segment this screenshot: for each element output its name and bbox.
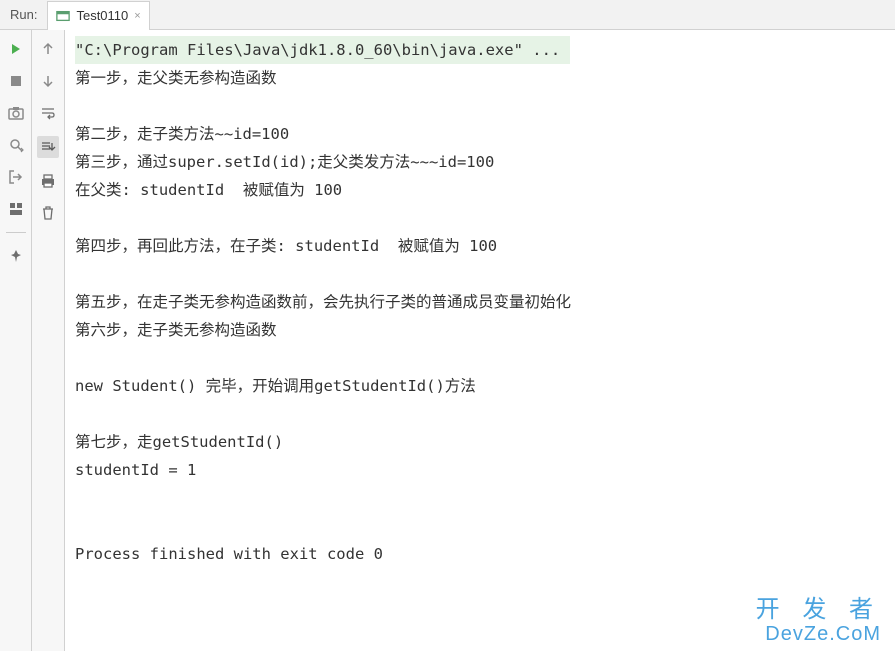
run-config-icon xyxy=(56,9,70,23)
main-area: "C:\Program Files\Java\jdk1.8.0_60\bin\j… xyxy=(0,30,895,651)
toolbar-divider xyxy=(6,232,26,233)
scroll-to-end-icon[interactable] xyxy=(37,136,59,158)
layout-icon[interactable] xyxy=(7,200,25,218)
exit-icon[interactable] xyxy=(7,168,25,186)
console-line xyxy=(75,484,895,512)
trash-icon[interactable] xyxy=(39,204,57,222)
console-line: new Student() 完毕，开始调用getStudentId()方法 xyxy=(75,372,895,400)
console-line: 第四步，再回此方法，在子类: studentId 被赋值为 100 xyxy=(75,232,895,260)
console-line xyxy=(75,344,895,372)
run-header: Run: Test0110 × xyxy=(0,0,895,30)
arrow-down-icon[interactable] xyxy=(39,72,57,90)
debug-restart-icon[interactable] xyxy=(7,136,25,154)
console-line: 第七步，走getStudentId() xyxy=(75,428,895,456)
play-icon[interactable] xyxy=(7,40,25,58)
console-line xyxy=(75,512,895,540)
arrow-up-icon[interactable] xyxy=(39,40,57,58)
pin-icon[interactable] xyxy=(7,247,25,265)
console-line xyxy=(75,400,895,428)
close-icon[interactable]: × xyxy=(134,10,140,22)
console-line: 第三步，通过super.setId(id);走父类发方法~~~id=100 xyxy=(75,148,895,176)
console-toolbar xyxy=(32,30,64,651)
run-tab[interactable]: Test0110 × xyxy=(47,1,149,30)
console-line: 在父类: studentId 被赋值为 100 xyxy=(75,176,895,204)
console-line: 第六步，走子类无参构造函数 xyxy=(75,316,895,344)
soft-wrap-icon[interactable] xyxy=(39,104,57,122)
console-line: studentId = 1 xyxy=(75,456,895,484)
camera-icon[interactable] xyxy=(7,104,25,122)
stop-icon[interactable] xyxy=(7,72,25,90)
print-icon[interactable] xyxy=(39,172,57,190)
console-line: 第五步，在走子类无参构造函数前，会先执行子类的普通成员变量初始化 xyxy=(75,288,895,316)
console-line xyxy=(75,92,895,120)
console-output[interactable]: "C:\Program Files\Java\jdk1.8.0_60\bin\j… xyxy=(64,30,895,651)
console-line xyxy=(75,260,895,288)
console-line: Process finished with exit code 0 xyxy=(75,540,895,568)
left-toolbar xyxy=(0,30,32,651)
console-line: 第一步，走父类无参构造函数 xyxy=(75,64,895,92)
console-line: "C:\Program Files\Java\jdk1.8.0_60\bin\j… xyxy=(75,36,570,64)
console-line xyxy=(75,204,895,232)
tab-title: Test0110 xyxy=(76,8,128,23)
run-label: Run: xyxy=(0,7,47,22)
console-line: 第二步，走子类方法~~id=100 xyxy=(75,120,895,148)
